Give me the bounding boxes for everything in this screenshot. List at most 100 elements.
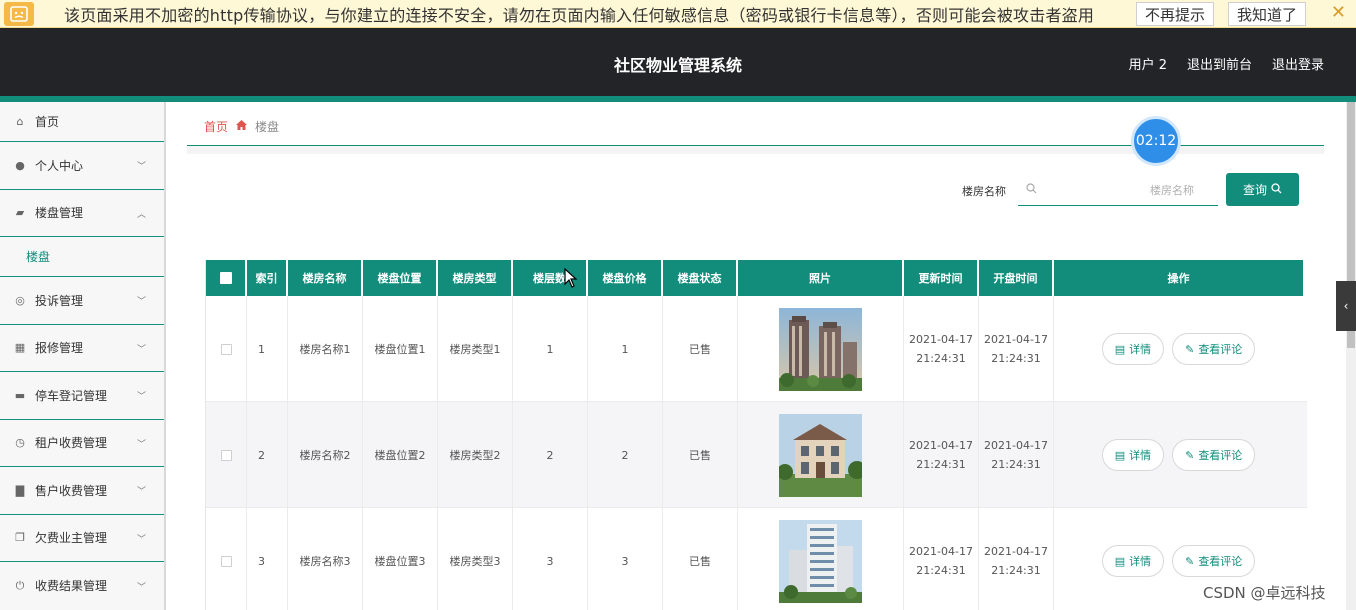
top-header: 社区物业管理系统 用户 2 退出到前台 退出登录 [0,28,1356,96]
printer-icon: ▇ [15,483,25,497]
warning-icon [4,1,34,26]
home-icon [236,120,248,133]
cell-name: 楼房名称2 [288,402,363,508]
sidebar-item-repair-mgmt[interactable]: ▦ 报修管理 ﹀ [0,325,164,372]
grid-icon: ▦ [14,341,26,355]
cell-price: 3 [588,508,663,610]
cell-status: 已售 [663,402,738,508]
breadcrumb: 首页 楼盘 [204,118,279,135]
chevron-up-icon: ︿ [136,209,146,220]
chevron-down-icon: ﹀ [136,392,146,403]
cell-opened: 2021-04-17 21:24:31 [979,296,1054,402]
home-icon: ⌂ [16,115,24,128]
user-name[interactable]: 用户 2 [1129,54,1167,73]
query-button[interactable]: 查询 [1226,173,1299,206]
document-icon: ▤ [1114,554,1126,568]
villa-photo[interactable] [779,413,862,497]
cell-floors: 1 [513,296,588,402]
chevron-down-icon: ﹀ [136,582,146,593]
search-label: 楼房名称 [962,185,1006,198]
sidebar-item-personal-center[interactable]: ● 个人中心 ﹀ [0,142,164,190]
main-area: 首页 楼盘 楼房名称 查询 索引 楼房名称 楼盘位置 [187,102,1324,610]
sidebar-item-home[interactable]: ⌂ 首页 [0,102,164,142]
mouse-cursor-icon [564,267,578,292]
cell-index: 2 [247,402,288,508]
row-checkbox[interactable] [220,555,232,567]
cell-status: 已售 [663,508,738,610]
cell-price: 2 [588,402,663,508]
chevron-left-icon: ‹ [1343,299,1349,313]
col-type: 楼房类型 [438,260,513,296]
detail-button[interactable]: ▤ 详情 [1101,333,1165,365]
view-comments-button[interactable]: ✎ 查看评论 [1172,333,1256,365]
warning-message: 该页面采用不加密的http传输协议，与你建立的连接不安全，请勿在页面内输入任何敏… [64,5,1095,25]
sidebar-item-building-mgmt[interactable]: ▰ 楼盘管理 ︿ [0,190,164,237]
chevron-down-icon: ﹀ [136,297,146,308]
view-comments-button[interactable]: ✎ 查看评论 [1172,545,1256,577]
table-row: 3 楼房名称3 楼盘位置3 楼房类型3 3 3 已售 2021-04-17 21… [206,508,1307,610]
row-checkbox[interactable] [220,343,232,355]
power-icon: ⏻ [15,578,25,592]
select-all-checkbox-cell[interactable] [206,260,247,296]
got-it-button[interactable]: 我知道了 [1228,2,1307,26]
col-updated: 更新时间 [904,260,979,296]
edit-icon: ✎ [1185,448,1195,462]
col-price: 楼盘价格 [588,260,663,296]
side-collapse-handle[interactable]: ‹ [1336,281,1356,331]
col-opened: 开盘时间 [979,260,1054,296]
sidebar-item-fee-result-mgmt[interactable]: ⏻ 收费结果管理 ﹀ [0,562,164,610]
cell-type: 楼房类型3 [438,508,513,610]
edit-icon: ✎ [1185,554,1195,568]
chevron-down-icon: ﹀ [136,439,146,450]
complaint-icon: ◎ [15,293,25,307]
cell-floors: 3 [513,508,588,610]
cell-type: 楼房类型2 [438,402,513,508]
tower-photo[interactable] [779,307,862,391]
cell-location: 楼盘位置1 [363,296,438,402]
col-actions: 操作 [1054,260,1303,296]
chevron-down-icon: ﹀ [136,487,146,498]
select-all-checkbox[interactable] [219,272,232,284]
detail-button[interactable]: ▤ 详情 [1101,545,1165,577]
sidebar-subitem-building[interactable]: 楼盘 [0,237,164,277]
clock-icon: ◷ [15,436,25,450]
view-comments-button[interactable]: ✎ 查看评论 [1172,439,1256,471]
back-to-front-link[interactable]: 退出到前台 [1187,54,1252,73]
cell-type: 楼房类型1 [438,296,513,402]
cell-opened: 2021-04-17 21:24:31 [979,402,1054,508]
sidebar-item-arrears-mgmt[interactable]: ❐ 欠费业主管理 ﹀ [0,515,164,562]
cell-index: 3 [247,508,288,610]
logout-link[interactable]: 退出登录 [1272,54,1324,73]
close-icon[interactable]: ✕ [1331,2,1346,23]
search-field[interactable] [1018,176,1218,206]
user-icon: ● [15,158,25,172]
chevron-down-icon: ﹀ [136,534,146,545]
ticket-icon: ▬ [14,388,26,402]
sidebar: ⌂ 首页 ● 个人中心 ﹀ ▰ 楼盘管理 ︿ 楼盘 ◎ 投诉管理 ﹀ ▦ 报修管… [0,102,166,610]
chevron-down-icon: ﹀ [136,344,146,355]
detail-button[interactable]: ▤ 详情 [1101,439,1165,471]
sidebar-item-parking-mgmt[interactable]: ▬ 停车登记管理 ﹀ [0,372,164,420]
copy-icon: ❐ [15,531,25,545]
dont-remind-button[interactable]: 不再提示 [1136,2,1215,26]
col-status: 楼盘状态 [663,260,738,296]
sidebar-item-tenant-fee-mgmt[interactable]: ◷ 租户收费管理 ﹀ [0,420,164,467]
apartment-photo[interactable] [779,519,862,603]
row-checkbox[interactable] [220,449,232,461]
sidebar-item-complaint-mgmt[interactable]: ◎ 投诉管理 ﹀ [0,277,164,325]
building-icon: ▰ [15,206,25,220]
table-row: 2 楼房名称2 楼盘位置2 楼房类型2 2 2 已售 2021-04-17 21… [206,402,1307,508]
breadcrumb-home[interactable]: 首页 [204,118,228,135]
floating-timer[interactable]: 02:12 [1131,116,1181,166]
search-icon [1026,183,1037,197]
document-icon: ▤ [1114,448,1126,462]
cell-floors: 2 [513,402,588,508]
document-icon: ▤ [1114,342,1126,356]
cell-opened: 2021-04-17 21:24:31 [979,508,1054,610]
cell-updated: 2021-04-17 21:24:31 [904,508,979,610]
chevron-down-icon: ﹀ [136,162,146,173]
breadcrumb-current: 楼盘 [255,120,280,134]
building-name-input[interactable] [1018,176,1218,205]
search-icon [1271,182,1282,197]
sidebar-item-owner-fee-mgmt[interactable]: ▇ 售户收费管理 ﹀ [0,467,164,515]
